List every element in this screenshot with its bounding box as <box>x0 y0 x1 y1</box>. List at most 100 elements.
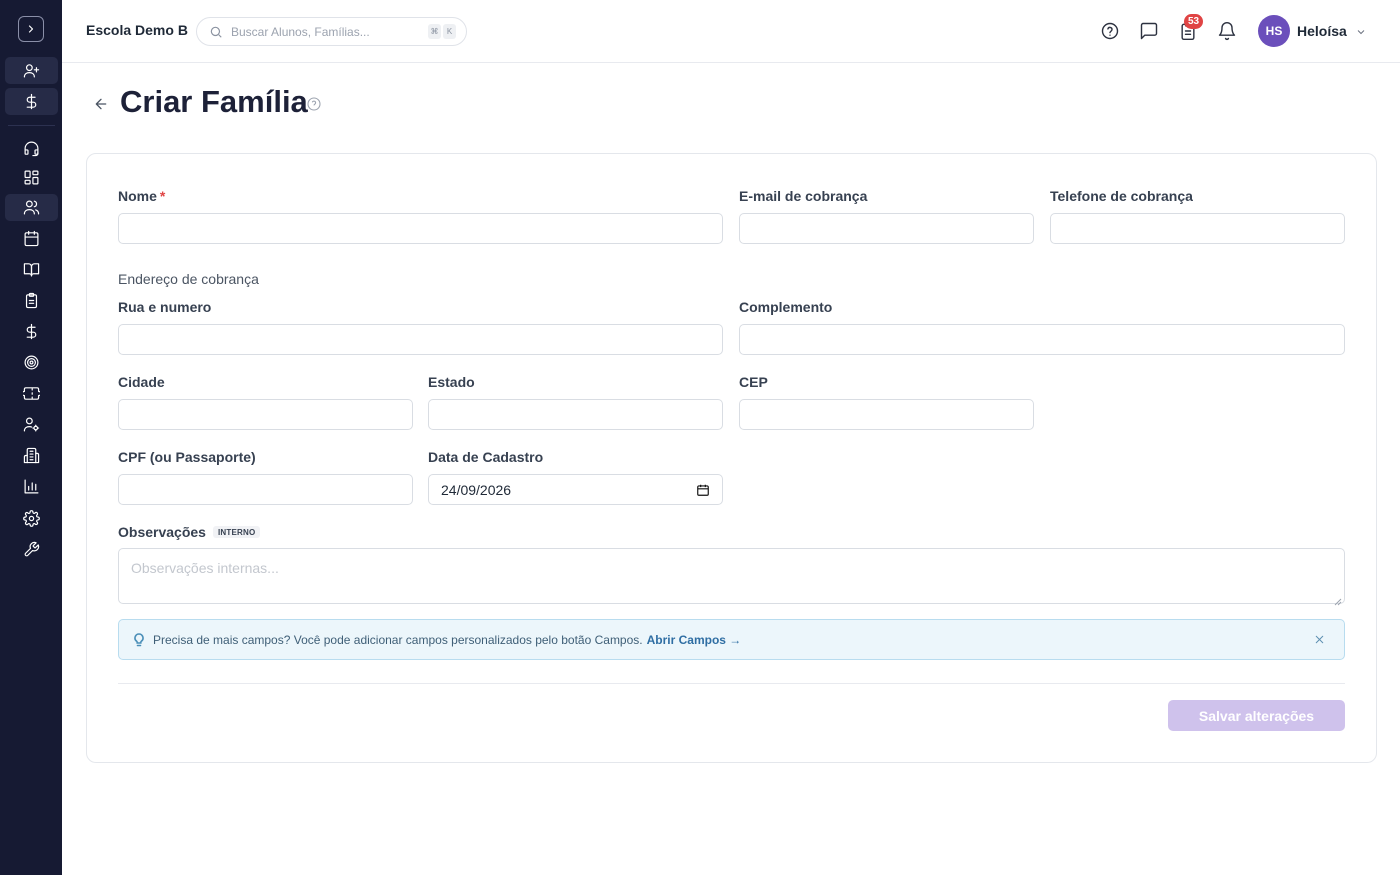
chevron-right-icon <box>28 25 34 33</box>
form-divider <box>118 683 1345 684</box>
bar-chart-icon <box>24 479 39 494</box>
messages-button[interactable] <box>1139 21 1159 41</box>
cpf-field[interactable] <box>118 474 413 505</box>
search-placeholder: Buscar Alunos, Famílias... <box>231 24 370 39</box>
notifications-button[interactable] <box>1217 21 1237 41</box>
target-icon <box>24 355 39 370</box>
required-mark: * <box>159 188 166 204</box>
sidebar-item-staff[interactable] <box>5 411 58 438</box>
cep-field[interactable] <box>739 399 1034 430</box>
resize-handle[interactable] <box>1334 593 1342 606</box>
calendar-icon <box>24 230 39 247</box>
data-cadastro-field[interactable]: 24/09/2026 <box>428 474 723 505</box>
dashboard-grid-icon <box>24 170 39 185</box>
nome-label: Nome * <box>118 188 165 204</box>
shortcut-key-cmd: ⌘ <box>428 24 441 39</box>
user-settings-icon <box>23 417 40 432</box>
user-menu-toggle[interactable] <box>1355 25 1367 37</box>
sidebar-item-tools[interactable] <box>5 536 58 563</box>
sidebar-item-add-user[interactable] <box>5 57 58 84</box>
sidebar <box>0 0 62 875</box>
gear-icon <box>23 510 40 527</box>
avatar[interactable]: HS <box>1258 15 1290 47</box>
rua-label: Rua e numero <box>118 299 212 315</box>
telefone-field[interactable] <box>1050 213 1345 244</box>
complemento-label: Complemento <box>739 299 833 315</box>
save-button[interactable]: Salvar alterações <box>1168 700 1345 731</box>
sidebar-item-goals[interactable] <box>5 349 58 376</box>
observacoes-textarea[interactable]: Observações internas... <box>118 548 1345 606</box>
sidebar-item-calendar[interactable] <box>5 225 58 252</box>
open-fields-link[interactable]: Abrir Campos → <box>647 633 742 647</box>
sidebar-item-support[interactable] <box>5 135 58 162</box>
top-header: Escola Demo B Buscar Alunos, Famílias...… <box>62 0 1400 63</box>
nome-label-text: Nome <box>118 188 157 204</box>
cidade-label: Cidade <box>118 374 165 390</box>
estado-field[interactable] <box>428 399 723 430</box>
date-picker-button[interactable] <box>696 483 710 497</box>
observacoes-placeholder: Observações internas... <box>131 560 279 576</box>
building-icon <box>23 447 40 464</box>
estado-label: Estado <box>428 374 475 390</box>
complemento-field[interactable] <box>739 324 1345 355</box>
sidebar-item-tasks[interactable] <box>5 287 58 314</box>
data-cadastro-value: 24/09/2026 <box>441 481 512 498</box>
sidebar-item-tickets[interactable] <box>5 380 58 407</box>
cep-label: CEP <box>739 374 768 390</box>
user-plus-icon <box>23 64 40 78</box>
nome-field[interactable] <box>118 213 723 244</box>
sidebar-item-dashboard[interactable] <box>5 164 58 191</box>
telefone-label: Telefone de cobrança <box>1050 188 1193 204</box>
search-input[interactable]: Buscar Alunos, Famílias... ⌘ K <box>196 17 467 46</box>
info-banner: Precisa de mais campos? Você pode adicio… <box>118 619 1345 660</box>
sidebar-item-reports[interactable] <box>5 473 58 500</box>
notification-count-badge: 53 <box>1184 14 1204 29</box>
endereco-section-label: Endereço de cobrança <box>118 271 259 287</box>
back-button[interactable] <box>93 96 109 112</box>
users-icon <box>23 200 40 215</box>
data-cadastro-label: Data de Cadastro <box>428 449 544 465</box>
sidebar-item-families[interactable] <box>5 194 58 221</box>
page-help-button[interactable] <box>306 96 322 112</box>
family-form-card <box>86 153 1377 763</box>
dollar-icon <box>26 323 37 340</box>
page-title: Criar Família <box>120 84 308 119</box>
sidebar-item-finance-quick[interactable] <box>5 88 58 115</box>
resize-grip-icon <box>1334 598 1342 606</box>
cidade-field[interactable] <box>118 399 413 430</box>
sidebar-expand-button[interactable] <box>18 16 44 42</box>
observacoes-label: Observações <box>118 524 206 540</box>
cpf-label: CPF (ou Passaporte) <box>118 449 256 465</box>
calendar-icon <box>697 484 709 496</box>
help-circle-icon <box>1101 22 1119 40</box>
ticket-icon <box>23 387 40 400</box>
lightbulb-icon <box>133 632 145 647</box>
search-icon <box>210 26 222 38</box>
bell-icon <box>1218 22 1236 41</box>
message-square-icon <box>1140 22 1158 40</box>
chevron-down-icon <box>1357 30 1365 35</box>
arrow-left-icon <box>95 98 107 110</box>
sidebar-divider <box>8 125 55 126</box>
close-banner-button[interactable] <box>1313 633 1326 646</box>
email-field[interactable] <box>739 213 1034 244</box>
headset-icon <box>24 141 39 157</box>
sidebar-item-settings[interactable] <box>5 505 58 532</box>
sidebar-item-courses[interactable] <box>5 256 58 283</box>
sidebar-item-finance[interactable] <box>5 318 58 345</box>
book-icon <box>23 263 40 277</box>
help-button[interactable] <box>1100 21 1120 41</box>
interno-badge: INTERNO <box>213 526 261 538</box>
user-name[interactable]: Heloísa <box>1297 23 1347 39</box>
close-icon <box>1315 635 1324 644</box>
shortcut-key-k: K <box>443 24 456 39</box>
rua-field[interactable] <box>118 324 723 355</box>
wrench-icon <box>24 541 40 557</box>
help-circle-icon <box>307 97 321 111</box>
clipboard-icon <box>25 292 38 309</box>
sidebar-item-units[interactable] <box>5 442 58 469</box>
dollar-icon <box>26 93 37 110</box>
school-name[interactable]: Escola Demo B <box>86 22 188 38</box>
info-banner-text: Precisa de mais campos? Você pode adicio… <box>153 632 643 647</box>
email-label: E-mail de cobrança <box>739 188 868 204</box>
